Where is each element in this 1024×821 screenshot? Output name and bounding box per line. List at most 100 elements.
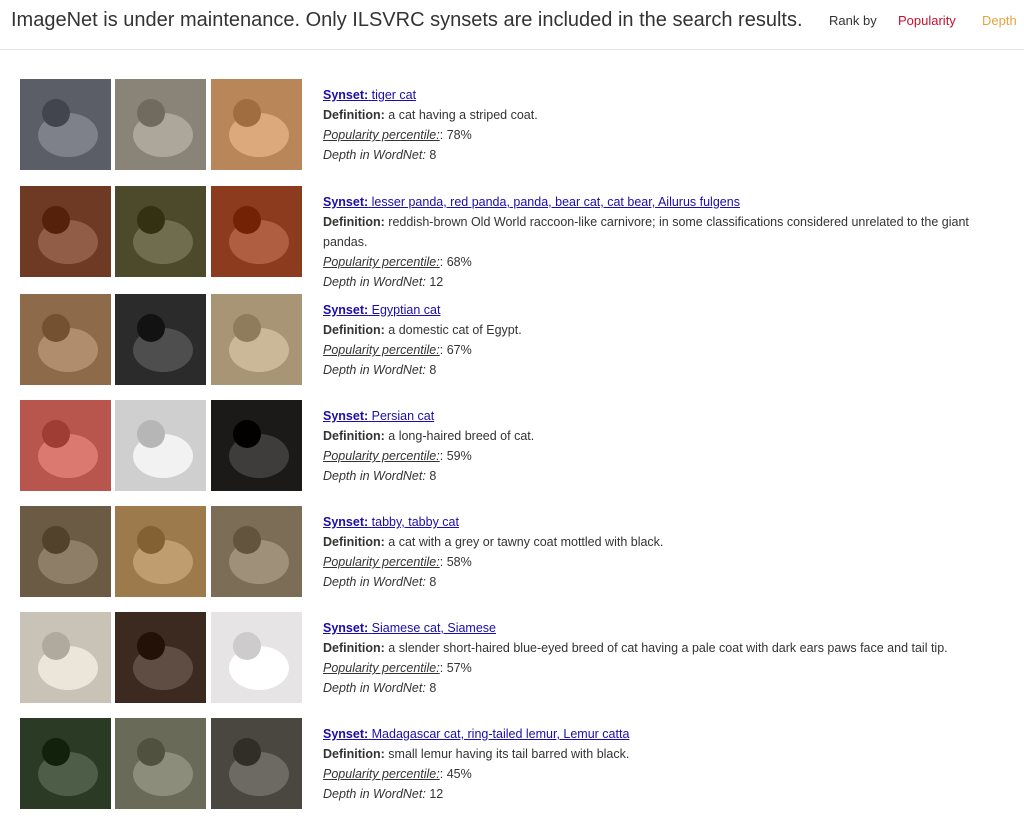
depth-value: 8	[429, 575, 437, 589]
synset-link[interactable]: Synset: tabby, tabby cat	[323, 515, 459, 529]
synset-thumbnail[interactable]	[211, 400, 302, 491]
maintenance-notice: ImageNet is under maintenance. Only ILSV…	[11, 9, 803, 31]
photo-placeholder-icon	[211, 612, 302, 703]
depth-label: Depth in WordNet:	[323, 787, 426, 801]
thumbnail-strip	[20, 79, 304, 171]
rank-by-depth-link[interactable]: Depth	[982, 13, 1017, 28]
definition-label: Definition:	[323, 323, 385, 337]
depth-value: 8	[429, 681, 437, 695]
popularity-label: Popularity percentile:	[323, 449, 440, 463]
popularity-label: Popularity percentile:	[323, 343, 440, 357]
synset-name: Egyptian cat	[371, 303, 441, 317]
synset-thumbnail[interactable]	[115, 612, 206, 703]
thumbnail-strip	[20, 186, 304, 278]
synset-name: tabby, tabby cat	[371, 515, 459, 529]
synset-name: lesser panda, red panda, panda, bear cat…	[371, 195, 740, 209]
synset-thumbnail[interactable]	[115, 506, 206, 597]
synset-label: Synset:	[323, 727, 369, 741]
depth-label: Depth in WordNet:	[323, 469, 426, 483]
synset-link[interactable]: Synset: Madagascar cat, ring-tailed lemu…	[323, 727, 629, 741]
depth-value: 12	[429, 275, 444, 289]
synset-thumbnail[interactable]	[211, 294, 302, 385]
photo-placeholder-icon	[20, 400, 111, 491]
synset-thumbnail[interactable]	[115, 79, 206, 170]
popularity-value: 57%	[446, 661, 472, 675]
popularity-value: 68%	[446, 255, 472, 269]
synset-info: Synset: tiger cat Definition: a cat havin…	[323, 88, 538, 162]
synset-thumbnail[interactable]	[211, 79, 302, 170]
definition-text: a domestic cat of Egypt.	[388, 323, 522, 337]
thumbnail-strip	[20, 718, 304, 810]
definition-text: a long-haired breed of cat.	[388, 429, 535, 443]
photo-placeholder-icon	[20, 612, 111, 703]
popularity-value: 59%	[446, 449, 472, 463]
synset-thumbnail[interactable]	[20, 506, 111, 597]
photo-placeholder-icon	[115, 186, 206, 277]
synset-link[interactable]: Synset: tiger cat	[323, 88, 416, 102]
photo-placeholder-icon	[115, 718, 206, 809]
synset-thumbnail[interactable]	[211, 612, 302, 703]
depth-value: 8	[429, 148, 437, 162]
synset-thumbnail[interactable]	[211, 186, 302, 277]
definition-text: small lemur having its tail barred with …	[388, 747, 630, 761]
photo-placeholder-icon	[211, 506, 302, 597]
synset-info: Synset: lesser panda, red panda, panda, …	[323, 195, 969, 289]
synset-info: Synset: Madagascar cat, ring-tailed lemu…	[323, 727, 630, 801]
photo-placeholder-icon	[20, 506, 111, 597]
synset-thumbnail[interactable]	[115, 186, 206, 277]
photo-placeholder-icon	[115, 294, 206, 385]
synset-thumbnail[interactable]	[20, 79, 111, 170]
depth-value: 8	[429, 363, 437, 377]
synset-label: Synset:	[323, 88, 369, 102]
synset-link[interactable]: Synset: Siamese cat, Siamese	[323, 621, 496, 635]
photo-placeholder-icon	[211, 718, 302, 809]
synset-info: Synset: tabby, tabby cat Definition: a ca…	[323, 515, 664, 589]
definition-text: a cat having a striped coat.	[388, 108, 538, 122]
photo-placeholder-icon	[211, 186, 302, 277]
synset-info: Synset: Persian cat Definition: a long-ha…	[323, 409, 535, 483]
synset-thumbnail[interactable]	[211, 718, 302, 809]
popularity-label: Popularity percentile:	[323, 255, 440, 269]
synset-thumbnail[interactable]	[20, 400, 111, 491]
depth-label: Depth in WordNet:	[323, 575, 426, 589]
synset-link[interactable]: Synset: Egyptian cat	[323, 303, 440, 317]
definition-label: Definition:	[323, 108, 385, 122]
result-row: Synset: Persian cat Definition: a long-ha…	[0, 400, 1024, 492]
synset-thumbnail[interactable]	[20, 718, 111, 809]
definition-text: a slender short-haired blue-eyed breed o…	[388, 641, 948, 655]
popularity-label: Popularity percentile:	[323, 767, 440, 781]
rank-by-popularity-link[interactable]: Popularity	[898, 13, 956, 28]
photo-placeholder-icon	[115, 612, 206, 703]
synset-label: Synset:	[323, 195, 369, 209]
photo-placeholder-icon	[20, 186, 111, 277]
synset-thumbnail[interactable]	[115, 400, 206, 491]
synset-thumbnail[interactable]	[20, 612, 111, 703]
synset-thumbnail[interactable]	[20, 294, 111, 385]
definition-label: Definition:	[323, 429, 385, 443]
synset-link[interactable]: Synset: Persian cat	[323, 409, 434, 423]
photo-placeholder-icon	[211, 294, 302, 385]
popularity-value: 78%	[446, 128, 472, 142]
popularity-label: Popularity percentile:	[323, 555, 440, 569]
thumbnail-strip	[20, 400, 304, 492]
photo-placeholder-icon	[211, 400, 302, 491]
result-row: Synset: Siamese cat, Siamese Definition: …	[0, 612, 1024, 704]
photo-placeholder-icon	[115, 506, 206, 597]
synset-thumbnail[interactable]	[211, 506, 302, 597]
result-row: Synset: tiger cat Definition: a cat havin…	[0, 79, 1024, 171]
popularity-label: Popularity percentile:	[323, 661, 440, 675]
thumbnail-strip	[20, 612, 304, 704]
depth-label: Depth in WordNet:	[323, 275, 426, 289]
definition-label: Definition:	[323, 535, 385, 549]
rank-by-label: Rank by	[829, 13, 877, 28]
synset-thumbnail[interactable]	[115, 294, 206, 385]
result-row: Synset: Egyptian cat Definition: a domest…	[0, 294, 1024, 386]
depth-label: Depth in WordNet:	[323, 363, 426, 377]
synset-label: Synset:	[323, 621, 369, 635]
synset-thumbnail[interactable]	[20, 186, 111, 277]
depth-value: 8	[429, 469, 437, 483]
synset-name: Siamese cat, Siamese	[371, 621, 496, 635]
synset-thumbnail[interactable]	[115, 718, 206, 809]
synset-name: tiger cat	[371, 88, 417, 102]
synset-link[interactable]: Synset: lesser panda, red panda, panda, …	[323, 195, 740, 209]
